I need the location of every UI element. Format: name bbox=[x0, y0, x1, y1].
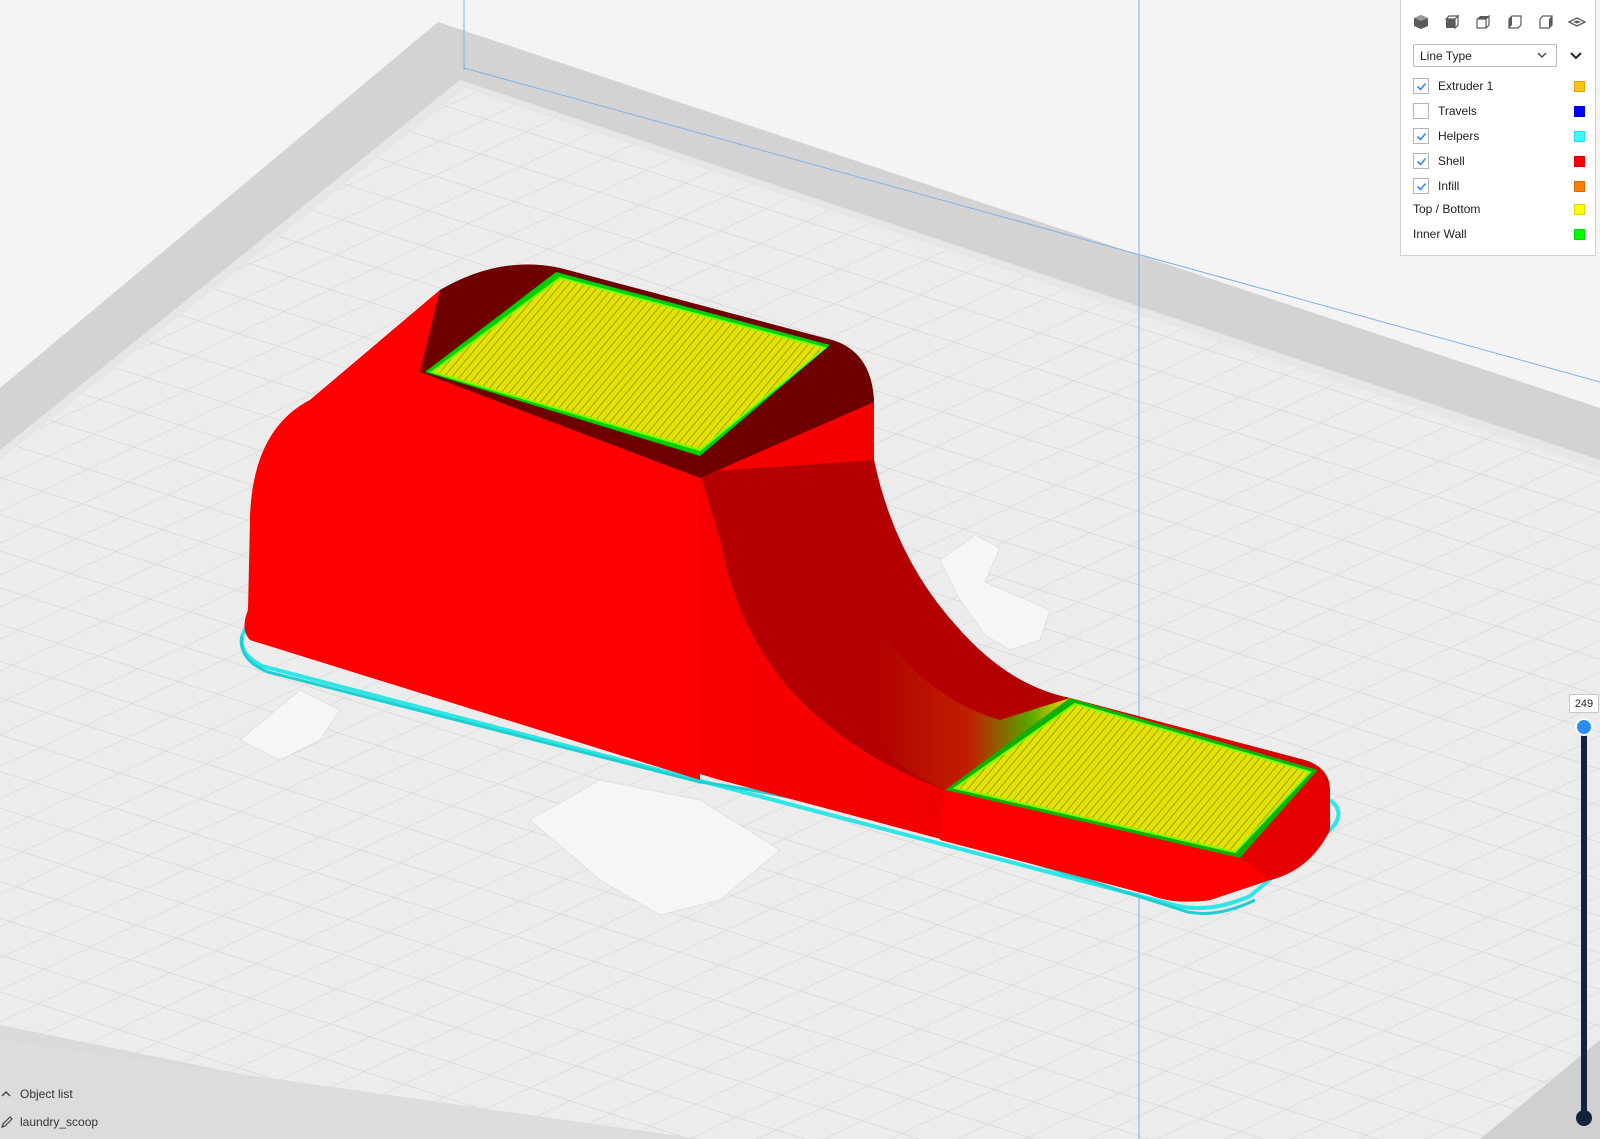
legend-row-travels[interactable]: Travels bbox=[1413, 101, 1585, 121]
layer-slider-bottom-handle[interactable] bbox=[1576, 1110, 1592, 1126]
legend-label: Shell bbox=[1438, 154, 1465, 168]
legend-checkbox-travels[interactable] bbox=[1413, 103, 1429, 119]
legend-checkbox-extruder-1[interactable] bbox=[1413, 78, 1429, 94]
legend-label: Extruder 1 bbox=[1438, 79, 1494, 93]
legend-label: Helpers bbox=[1438, 129, 1480, 143]
legend-row-top-bottom: Top / Bottom bbox=[1413, 199, 1585, 219]
legend-checkbox-shell[interactable] bbox=[1413, 153, 1429, 169]
legend-swatch-top-bottom bbox=[1574, 203, 1585, 215]
legend-swatch-helpers bbox=[1574, 130, 1585, 142]
3d-view-icon bbox=[1414, 15, 1428, 29]
legend-swatch-infill bbox=[1574, 180, 1585, 192]
object-list-item[interactable]: laundry_scoop bbox=[0, 1112, 98, 1132]
legend-label: Inner Wall bbox=[1413, 227, 1467, 241]
color-scheme-value: Line Type bbox=[1420, 48, 1472, 63]
color-scheme-select[interactable]: Line Type bbox=[1413, 44, 1557, 67]
checkmark-icon bbox=[1416, 82, 1426, 91]
legend-swatch-shell bbox=[1574, 155, 1585, 167]
chevron-up-icon bbox=[1, 1091, 11, 1097]
layer-number-field[interactable]: 249 bbox=[1569, 694, 1599, 713]
legend-label: Infill bbox=[1438, 179, 1460, 193]
object-name: laundry_scoop bbox=[20, 1115, 99, 1129]
chevron-down-icon bbox=[1570, 52, 1582, 60]
top-view-icon bbox=[1476, 14, 1490, 29]
checkmark-icon bbox=[1416, 157, 1426, 166]
3d-view-button[interactable] bbox=[1409, 10, 1433, 34]
checkmark-icon bbox=[1416, 132, 1426, 141]
legend-checkbox-infill[interactable] bbox=[1413, 178, 1429, 194]
xray-view-button[interactable] bbox=[1565, 10, 1589, 34]
layer-slider-top-handle[interactable] bbox=[1575, 718, 1593, 736]
view-settings-panel: Line Type Extruder 1 Travels Helpers Shell I… bbox=[1400, 0, 1596, 256]
front-view-icon bbox=[1444, 14, 1460, 30]
legend-row-extruder-1[interactable]: Extruder 1 bbox=[1413, 76, 1585, 96]
legend-row-inner-wall: Inner Wall bbox=[1413, 224, 1585, 244]
top-view-button[interactable] bbox=[1471, 10, 1495, 34]
legend-swatch-travels bbox=[1574, 105, 1585, 117]
right-view-icon bbox=[1539, 15, 1553, 29]
pencil-icon bbox=[1, 1116, 13, 1128]
left-view-button[interactable] bbox=[1503, 10, 1527, 34]
object-list-toggle[interactable]: Object list bbox=[0, 1084, 73, 1104]
chevron-down-icon bbox=[1537, 52, 1547, 58]
legend-label: Travels bbox=[1438, 104, 1477, 118]
legend-row-shell[interactable]: Shell bbox=[1413, 151, 1585, 171]
right-view-button[interactable] bbox=[1534, 10, 1558, 34]
legend-checkbox-helpers[interactable] bbox=[1413, 128, 1429, 144]
xray-view-icon bbox=[1567, 17, 1586, 27]
object-list-title: Object list bbox=[20, 1087, 73, 1101]
legend-label: Top / Bottom bbox=[1413, 202, 1481, 216]
camera-toolbar bbox=[1409, 10, 1589, 34]
legend-swatch-extruder-1 bbox=[1574, 80, 1585, 92]
collapse-panel-button[interactable] bbox=[1567, 46, 1585, 64]
legend-swatch-inner-wall bbox=[1574, 228, 1585, 240]
layer-slider-track[interactable] bbox=[1581, 727, 1587, 1119]
3d-viewport[interactable] bbox=[0, 0, 1600, 1139]
checkmark-icon bbox=[1416, 182, 1426, 191]
legend-row-helpers[interactable]: Helpers bbox=[1413, 126, 1585, 146]
left-view-icon bbox=[1507, 15, 1522, 29]
legend-row-infill[interactable]: Infill bbox=[1413, 176, 1585, 196]
front-view-button[interactable] bbox=[1440, 10, 1464, 34]
